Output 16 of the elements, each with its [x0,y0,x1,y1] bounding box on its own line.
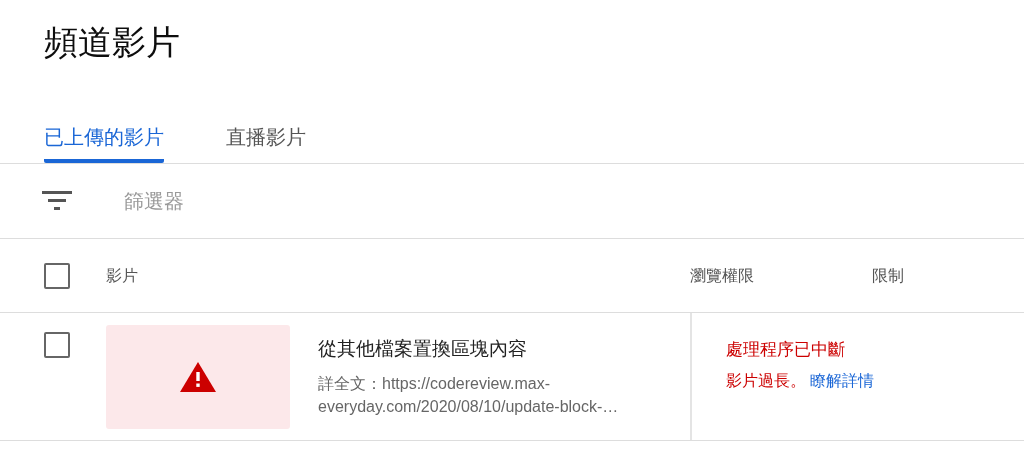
tab[interactable]: 直播影片 [226,96,306,163]
status-text: 處理程序已中斷 [726,339,846,361]
column-header: 限制 [872,266,904,284]
thumbnail[interactable] [106,325,290,429]
column-header: 瀏覽權限 [690,266,754,284]
tab[interactable]: 已上傳的影片 [44,96,164,163]
learn-more-link[interactable]: 瞭解詳情 [810,371,875,389]
status-detail: 影片過長。 [726,371,806,389]
page-title: 頻道影片 [44,23,180,61]
video-description: 詳全文：https://codereview.max- everyday.com/2020/08/10/update-block-… [318,373,619,417]
filter-icon[interactable] [42,191,72,211]
video-title[interactable]: 從其他檔案置換區塊內容 [318,335,619,364]
column-header: 影片 [106,266,138,284]
checkbox[interactable] [44,262,70,289]
checkbox[interactable] [44,332,70,358]
warning-icon [180,362,216,392]
